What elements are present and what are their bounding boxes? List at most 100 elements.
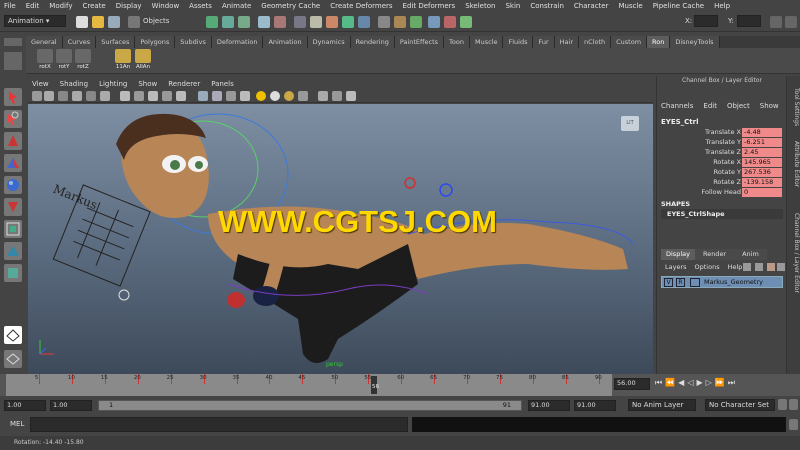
step-forward-icon[interactable]: ▷ <box>706 378 712 392</box>
viewport-menu-renderer[interactable]: Renderer <box>168 80 200 88</box>
layer-name[interactable]: Markus_Geometry <box>704 278 763 286</box>
save-scene-icon[interactable] <box>108 16 120 28</box>
smooth-shade-icon[interactable] <box>212 91 222 101</box>
tab-anim[interactable]: Anim <box>734 249 767 260</box>
select-mode-icon[interactable] <box>128 16 140 28</box>
soft-mod-icon[interactable] <box>4 242 22 260</box>
show-menu[interactable]: Show <box>760 102 779 112</box>
tab-muscle[interactable]: Muscle <box>469 36 504 48</box>
construction-history-icon[interactable] <box>274 16 286 28</box>
render-current-icon[interactable] <box>294 16 306 28</box>
toggle-icon[interactable] <box>460 16 472 28</box>
end-time-field[interactable]: 91.00 <box>574 400 616 411</box>
tab-general[interactable]: General <box>26 36 63 48</box>
tab-hair[interactable]: Hair <box>554 36 580 48</box>
character-set-dropdown[interactable]: No Character Set <box>705 399 775 411</box>
menu-edit-deformers[interactable]: Edit Deformers <box>403 2 456 10</box>
tab-ron[interactable]: Ron <box>647 36 671 48</box>
step-back-key-icon[interactable]: ⏪ <box>665 378 675 392</box>
anim-layer-dropdown[interactable]: No Anim Layer <box>628 399 696 411</box>
11an-button[interactable]: 11An <box>114 49 132 73</box>
tab-attribute-editor[interactable]: Attribute Editor <box>788 136 800 192</box>
shape-name[interactable]: EYES_CtrlShape <box>661 209 783 219</box>
layer-row[interactable]: V R Markus_Geometry <box>661 276 783 288</box>
history-icon[interactable] <box>258 16 270 28</box>
tab-subdivs[interactable]: Subdivs <box>175 36 212 48</box>
attr-value[interactable]: -139.158 <box>742 178 782 187</box>
command-input[interactable] <box>30 417 408 432</box>
tab-disneytools[interactable]: DisneyTools <box>670 36 720 48</box>
go-to-end-icon[interactable]: ⏭ <box>728 378 735 392</box>
menu-constrain[interactable]: Constrain <box>530 2 564 10</box>
mode-selector[interactable]: Animation ▾ <box>4 15 66 27</box>
menu-help[interactable]: Help <box>714 2 730 10</box>
camera-select-icon[interactable] <box>32 91 42 101</box>
menu-geometry-cache[interactable]: Geometry Cache <box>261 2 320 10</box>
viewport-menu-panels[interactable]: Panels <box>211 80 234 88</box>
tool-icon[interactable] <box>378 16 390 28</box>
grid-icon[interactable] <box>86 91 96 101</box>
allan-button[interactable]: AllAn <box>134 49 152 73</box>
time-slider[interactable]: 5 10 15 20 25 30 35 40 45 50 55 60 65 70 75 80 85 90 56 5… <box>0 374 800 396</box>
channel-box-toggle-icon[interactable] <box>785 16 797 28</box>
attr-value[interactable]: -4.48 <box>742 128 782 137</box>
tab-tool-settings[interactable]: Tool Settings <box>788 84 800 130</box>
layer-color-swatch[interactable] <box>690 278 700 287</box>
layout-single-icon[interactable] <box>4 326 22 344</box>
tab-surfaces[interactable]: Surfaces <box>96 36 136 48</box>
new-layer-icon[interactable] <box>743 263 751 271</box>
layers-menu[interactable]: Layers <box>665 263 687 271</box>
wireframe-on-shaded-icon[interactable] <box>226 91 236 101</box>
range-slider[interactable]: 1 91 <box>98 400 522 411</box>
menu-character[interactable]: Character <box>574 2 609 10</box>
tab-toon[interactable]: Toon <box>444 36 470 48</box>
attr-value[interactable]: -6.251 <box>742 138 782 147</box>
play-back-icon[interactable]: ◁ <box>687 378 693 392</box>
camera-attributes-icon[interactable] <box>44 91 54 101</box>
tab-animation[interactable]: Animation <box>263 36 308 48</box>
start-time-field[interactable]: 1.00 <box>4 400 46 411</box>
panel-icon[interactable] <box>428 16 440 28</box>
shadows-icon[interactable] <box>284 91 294 101</box>
tab-fur[interactable]: Fur <box>533 36 555 48</box>
tab-custom[interactable]: Custom <box>611 36 648 48</box>
tab-display[interactable]: Display <box>661 249 695 260</box>
layer-options-icon[interactable] <box>767 263 775 271</box>
step-back-icon[interactable]: ◀ <box>678 378 684 392</box>
snap-point-icon[interactable] <box>238 16 250 28</box>
default-light-icon[interactable] <box>256 91 266 101</box>
ambient-occlusion-icon[interactable] <box>346 91 356 101</box>
layer-visibility-toggle[interactable]: V <box>664 278 673 287</box>
sculpt-icon[interactable] <box>410 16 422 28</box>
rotate-tool-icon[interactable] <box>4 176 22 194</box>
tab-ncloth[interactable]: nCloth <box>579 36 612 48</box>
view-cube-icon[interactable]: LIT <box>621 116 639 131</box>
anim-end-field[interactable]: 91.00 <box>528 400 570 411</box>
x-field[interactable] <box>694 15 718 27</box>
viewport-menu-view[interactable]: View <box>32 80 49 88</box>
resolution-gate-icon[interactable] <box>120 91 130 101</box>
menu-edit[interactable]: Edit <box>26 2 40 10</box>
all-lights-icon[interactable] <box>270 91 280 101</box>
menu-skeleton[interactable]: Skeleton <box>465 2 495 10</box>
attr-value[interactable]: 2.45 <box>742 148 782 157</box>
rotz-button[interactable]: rotZ <box>74 49 92 73</box>
options-menu[interactable]: Options <box>695 263 720 271</box>
roty-button[interactable]: rotY <box>55 49 73 73</box>
scale-tool-icon[interactable] <box>4 198 22 216</box>
attr-translate-y[interactable]: Translate Y -6.251 <box>657 138 787 148</box>
anim-start-field[interactable]: 1.00 <box>50 400 92 411</box>
hypershade-icon[interactable] <box>342 16 354 28</box>
isolate-select-icon[interactable] <box>318 91 328 101</box>
menu-modify[interactable]: Modify <box>49 2 72 10</box>
attr-rotate-z[interactable]: Rotate Z -139.158 <box>657 178 787 188</box>
object-menu[interactable]: Object <box>727 102 750 112</box>
menu-create-deformers[interactable]: Create Deformers <box>330 2 392 10</box>
viewport-menu-shading[interactable]: Shading <box>60 80 88 88</box>
channels-menu[interactable]: Channels <box>661 102 693 112</box>
viewport-menu-show[interactable]: Show <box>138 80 157 88</box>
tab-curves[interactable]: Curves <box>62 36 97 48</box>
menu-animate[interactable]: Animate <box>222 2 251 10</box>
layout-persp-icon[interactable] <box>4 350 22 368</box>
render-settings-icon[interactable] <box>326 16 338 28</box>
